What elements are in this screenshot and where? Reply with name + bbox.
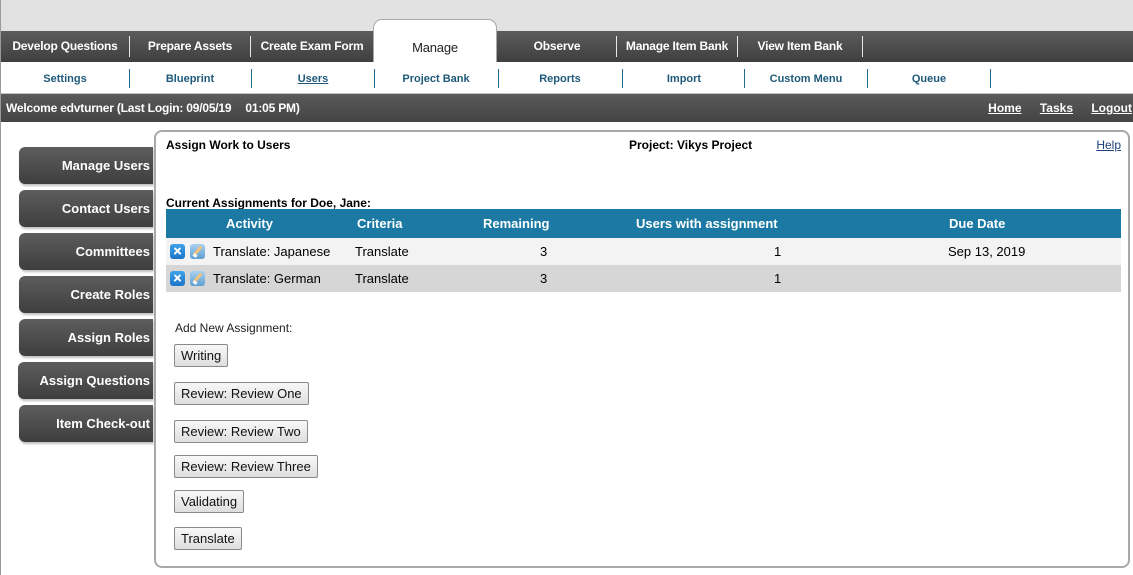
side-assign-questions[interactable]: Assign Questions [18, 362, 153, 399]
column-users-with-assignment: Users with assignment [636, 216, 778, 231]
project-name: Project: Vikys Project [629, 138, 753, 152]
tab-separator [862, 36, 863, 57]
cell-remaining: 3 [540, 244, 548, 259]
welcome-login-text: Welcome edvturner (Last Login: 09/05/19 [6, 101, 232, 115]
tasks-link[interactable]: Tasks [1040, 101, 1073, 115]
subtab-import[interactable]: Import [623, 62, 745, 94]
subtab-reports[interactable]: Reports [499, 62, 621, 94]
side-committees[interactable]: Committees [19, 233, 153, 270]
tab-label: Manage Item Bank [625, 39, 729, 53]
review-two-button[interactable]: Review: Review Two [174, 420, 308, 443]
column-due-date: Due Date [949, 216, 1006, 231]
review-one-button[interactable]: Review: Review One [174, 382, 309, 405]
cell-criteria: Translate [355, 244, 409, 259]
cell-users: 1 [774, 244, 782, 259]
logout-link[interactable]: Logout [1091, 101, 1132, 115]
cell-criteria: Translate [355, 271, 409, 286]
column-activity: Activity [226, 216, 273, 231]
tab-manage[interactable]: Manage [373, 19, 497, 62]
help-link[interactable]: Help [1096, 138, 1121, 152]
cell-remaining: 3 [540, 271, 548, 286]
assignments-table-header: Activity Criteria Remaining Users with a… [166, 209, 1121, 238]
tab-label: Prepare Assets [147, 39, 233, 53]
tab-prepare-assets[interactable]: Prepare Assets [130, 31, 251, 62]
translate-button[interactable]: Translate [174, 527, 242, 550]
tab-view-item-bank[interactable]: View Item Bank [738, 31, 863, 62]
welcome-message: Welcome edvturner (Last Login: 09/05/19 0… [6, 94, 300, 122]
sub-nav: Settings Blueprint Users Project Bank Re… [1, 62, 1133, 94]
welcome-login-time: 01:05 PM) [245, 101, 300, 115]
subtab-project-bank[interactable]: Project Bank [375, 62, 497, 94]
review-three-button[interactable]: Review: Review Three [174, 455, 318, 478]
main-nav: Develop Questions Prepare Assets Create … [1, 19, 1133, 62]
cell-activity: Translate: Japanese [213, 244, 331, 259]
side-manage-users[interactable]: Manage Users [19, 147, 153, 184]
side-create-roles[interactable]: Create Roles [19, 276, 153, 313]
subtab-settings[interactable]: Settings [1, 62, 129, 94]
tab-label: Manage [412, 40, 458, 55]
side-item-check-out[interactable]: Item Check-out [19, 405, 153, 442]
edit-pencil-icon[interactable] [190, 244, 205, 259]
subtab-custom-menu[interactable]: Custom Menu [745, 62, 867, 94]
subtab-users[interactable]: Users [252, 62, 374, 94]
subtab-queue[interactable]: Queue [868, 62, 990, 94]
subtab-separator [990, 69, 991, 88]
top-links: Home Tasks Logout [973, 94, 1132, 122]
table-row: Translate: Japanese Translate 3 1 Sep 13… [166, 238, 1121, 265]
add-assignment-label: Add New Assignment: [175, 321, 293, 335]
top-strip [1, 0, 1133, 31]
tab-create-exam-form[interactable]: Create Exam Form [251, 31, 373, 62]
tab-develop-questions[interactable]: Develop Questions [1, 31, 130, 62]
validating-button[interactable]: Validating [174, 490, 245, 513]
welcome-bar: Welcome edvturner (Last Login: 09/05/19 0… [1, 94, 1133, 122]
writing-button[interactable]: Writing [174, 344, 229, 367]
home-link[interactable]: Home [988, 101, 1021, 115]
side-contact-users[interactable]: Contact Users [19, 190, 153, 227]
edit-pencil-icon[interactable] [190, 271, 205, 286]
tab-manage-item-bank[interactable]: Manage Item Bank [617, 31, 738, 62]
cell-activity: Translate: German [213, 271, 321, 286]
assign-work-panel: Assign Work to Users Project: Vikys Proj… [154, 130, 1130, 568]
column-remaining: Remaining [483, 216, 550, 231]
cell-due-date: Sep 13, 2019 [948, 244, 1026, 259]
close-icon[interactable] [170, 271, 185, 286]
cell-users: 1 [774, 271, 782, 286]
side-assign-roles[interactable]: Assign Roles [19, 319, 153, 356]
application-window: Develop Questions Prepare Assets Create … [0, 0, 1133, 575]
table-row: Translate: German Translate 3 1 [166, 265, 1121, 292]
assignments-heading: Current Assignments for Doe, Jane: [166, 196, 371, 210]
tab-observe[interactable]: Observe [498, 31, 617, 62]
tab-label: Create Exam Form [260, 39, 364, 53]
panel-title: Assign Work to Users [166, 138, 291, 152]
tab-label: View Item Bank [757, 39, 843, 53]
tab-label: Develop Questions [12, 39, 118, 53]
tab-label: Observe [533, 39, 581, 53]
subtab-blueprint[interactable]: Blueprint [130, 62, 250, 94]
close-icon[interactable] [170, 244, 185, 259]
column-criteria: Criteria [357, 216, 403, 231]
